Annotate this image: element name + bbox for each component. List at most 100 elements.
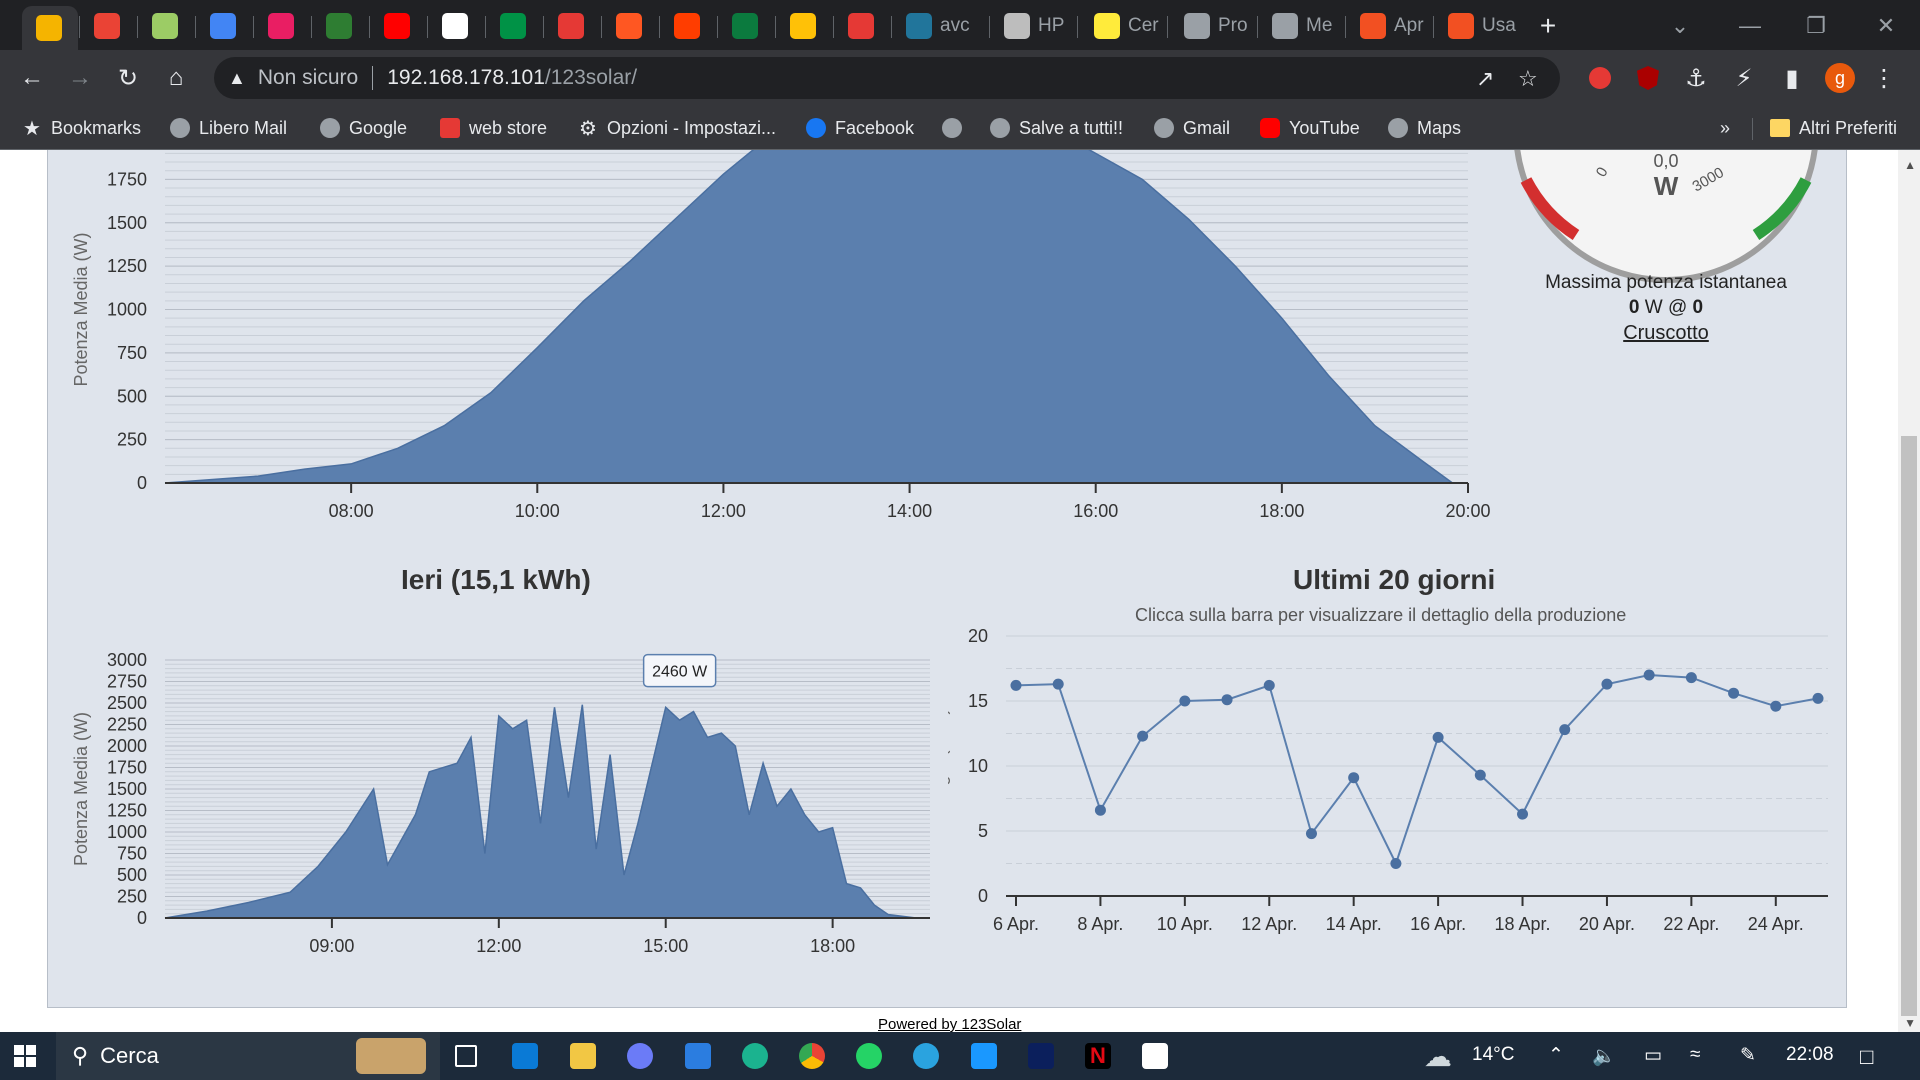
store-blue-icon[interactable]	[685, 1043, 711, 1069]
energy-point[interactable]	[1474, 769, 1486, 781]
dashboard-link[interactable]: Cruscotto	[1623, 322, 1709, 344]
energy-point[interactable]	[1643, 669, 1655, 681]
browser-tab[interactable]	[776, 8, 832, 44]
browser-tab[interactable]	[486, 8, 542, 44]
chrome-icon[interactable]	[799, 1043, 825, 1069]
bookmark-item[interactable]: Salve a tutti!!	[990, 116, 1123, 140]
warning-icon[interactable]: ▲	[228, 68, 246, 89]
browser-tab[interactable]: Apr	[1346, 8, 1432, 44]
file-explorer-icon[interactable]	[570, 1043, 596, 1069]
forward-icon[interactable]: →	[62, 60, 98, 96]
task-view-icon[interactable]	[455, 1045, 477, 1067]
energy-point[interactable]	[1728, 687, 1740, 699]
bookmark-item[interactable]: web store	[440, 116, 547, 140]
bookmark-item[interactable]: Maps	[1388, 116, 1461, 140]
disney-plus-icon[interactable]	[1028, 1043, 1054, 1069]
browser-tab[interactable]	[660, 8, 716, 44]
ms-store-icon[interactable]	[1142, 1043, 1168, 1069]
share-icon[interactable]: ↗	[1476, 66, 1494, 92]
energy-point[interactable]	[1432, 731, 1444, 743]
browser-tab[interactable]	[138, 8, 194, 44]
reload-icon[interactable]: ↻	[110, 60, 146, 96]
bookmarks-overflow[interactable]: »	[1720, 116, 1730, 140]
pen-icon[interactable]: ✎	[1740, 1044, 1756, 1067]
energy-point[interactable]	[1221, 694, 1233, 706]
home-icon[interactable]: ⌂	[158, 60, 194, 96]
security-label[interactable]: Non sicuro	[258, 66, 358, 90]
wifi-icon[interactable]: ≈	[1690, 1044, 1700, 1066]
browser-tab[interactable]	[22, 6, 78, 50]
bookmark-item[interactable]: ⚙ Opzioni - Impostazi...	[578, 116, 776, 140]
browser-tab[interactable]	[254, 8, 310, 44]
scroll-down-icon[interactable]: ▼	[1904, 1016, 1916, 1030]
browser-tab[interactable]	[312, 8, 368, 44]
browser-tab[interactable]: Me	[1258, 8, 1344, 44]
notifications-icon[interactable]: □	[1860, 1044, 1873, 1070]
powered-by-link[interactable]: Powered by 123Solar	[878, 1016, 1021, 1032]
tray-chevron-icon[interactable]: ⌃	[1548, 1044, 1564, 1067]
address-bar[interactable]: ▲ Non sicuro 192.168.178.101/123solar/ ↗…	[214, 57, 1560, 99]
back-icon[interactable]: ←	[14, 60, 50, 96]
energy-point[interactable]	[1685, 672, 1697, 684]
weather-temperature[interactable]: 14°C	[1472, 1044, 1514, 1066]
performance-icon[interactable]: ⚡	[1726, 60, 1762, 96]
weather-cloud-icon[interactable]: ☁	[1424, 1040, 1452, 1073]
clipchamp-icon[interactable]	[627, 1043, 653, 1069]
browser-tab[interactable]	[428, 8, 484, 44]
browser-tab[interactable]: Cer	[1080, 8, 1166, 44]
new-tab-icon[interactable]: +	[1528, 8, 1568, 44]
telegram-icon[interactable]	[913, 1043, 939, 1069]
energy-point[interactable]	[1010, 679, 1022, 691]
edge-icon[interactable]	[742, 1043, 768, 1069]
netflix-icon[interactable]: N	[1085, 1043, 1111, 1069]
power-area-series[interactable]	[164, 150, 1455, 484]
browser-tab[interactable]	[370, 8, 426, 44]
taskbar-search[interactable]: ⚲ Cerca	[56, 1032, 440, 1080]
browser-tab[interactable]	[80, 8, 136, 44]
energy-point[interactable]	[1052, 678, 1064, 690]
bookmark-star-icon[interactable]: ☆	[1518, 66, 1538, 92]
prime-video-icon[interactable]	[971, 1043, 997, 1069]
side-panel-icon[interactable]: ▮	[1774, 60, 1810, 96]
energy-point[interactable]	[1348, 772, 1360, 784]
extension-red-icon[interactable]	[1582, 60, 1618, 96]
volume-icon[interactable]: 🔈	[1592, 1044, 1616, 1068]
browser-tab[interactable]	[834, 8, 890, 44]
energy-point[interactable]	[1517, 808, 1529, 820]
energy-point[interactable]	[1601, 678, 1613, 690]
ublock-icon[interactable]	[1630, 60, 1666, 96]
bookmark-item[interactable]	[942, 116, 962, 140]
energy-point[interactable]	[1770, 700, 1782, 712]
scroll-up-icon[interactable]: ▲	[1904, 158, 1916, 172]
energy-point[interactable]	[1137, 730, 1149, 742]
energy-point[interactable]	[1094, 804, 1106, 816]
browser-tab[interactable]	[718, 8, 774, 44]
whatsapp-icon[interactable]	[856, 1043, 882, 1069]
browser-tab[interactable]	[544, 8, 600, 44]
windows-start-icon[interactable]	[14, 1045, 36, 1067]
browser-tab[interactable]	[602, 8, 658, 44]
bookmark-item[interactable]: Facebook	[806, 116, 914, 140]
energy-point[interactable]	[1559, 724, 1571, 736]
bookmark-item[interactable]: ★ Bookmarks	[22, 116, 141, 140]
power-area-series[interactable]	[164, 704, 917, 919]
bookmark-item[interactable]: YouTube	[1260, 116, 1360, 140]
energy-point[interactable]	[1305, 828, 1317, 840]
chart-days[interactable]: 0 5 10 15 20 Energia (kWh) 6 Apr. 8 Apr. 10 Apr.…	[948, 620, 1838, 980]
close-window-icon[interactable]: ✕	[1866, 8, 1906, 44]
chart-yesterday[interactable]: 0250500750100012501500175020002250250027…	[48, 600, 948, 980]
bookmark-item[interactable]: Google	[320, 116, 407, 140]
browser-tab[interactable]: Pro	[1170, 8, 1256, 44]
profile-avatar[interactable]: g	[1822, 60, 1858, 96]
menu-kebab-icon[interactable]: ⋮	[1866, 60, 1902, 96]
energy-point[interactable]	[1812, 692, 1824, 704]
minimize-icon[interactable]: —	[1730, 8, 1770, 44]
browser-tab[interactable]	[196, 8, 252, 44]
energy-point[interactable]	[1390, 858, 1402, 869]
restore-icon[interactable]: ❐	[1796, 8, 1836, 44]
scroll-thumb[interactable]	[1901, 436, 1917, 1016]
other-bookmarks[interactable]: Altri Preferiti	[1770, 116, 1897, 140]
tab-search-icon[interactable]: ⌄	[1660, 8, 1700, 44]
energy-line-series[interactable]	[1015, 673, 1819, 867]
energy-point[interactable]	[1263, 679, 1275, 691]
